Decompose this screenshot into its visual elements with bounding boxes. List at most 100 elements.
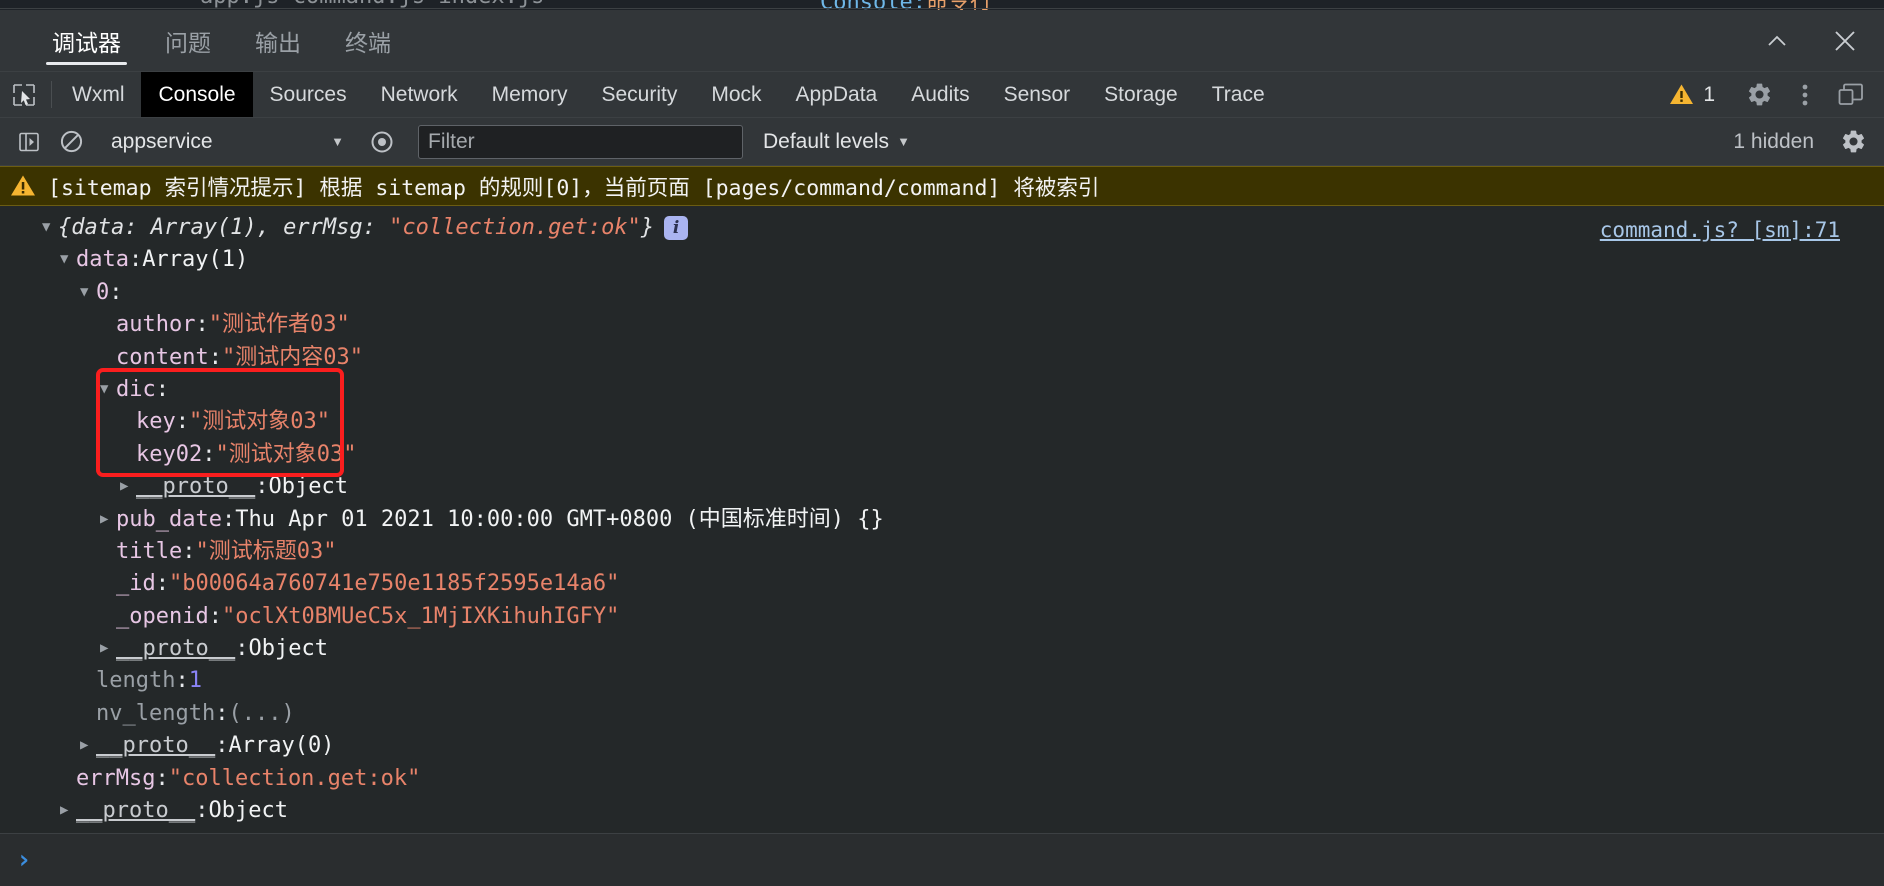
tab-mock[interactable]: Mock	[694, 72, 778, 117]
disclosure-triangle-open-icon[interactable]: ▼	[60, 243, 76, 275]
console-prompt[interactable]: ›	[0, 834, 1884, 886]
tree-row-value: Array(0)	[228, 733, 335, 759]
tab-trace[interactable]: Trace	[1195, 72, 1282, 117]
tree-row[interactable]: ▸errMsg: "collection.get:ok"	[0, 763, 1884, 795]
disclosure-triangle-closed-icon[interactable]: ▶	[80, 729, 96, 761]
tab-appdata[interactable]: AppData	[779, 72, 895, 117]
tree-row-value: "oclXt0BMUeC5x_1MjIXKihuhIGFY"	[221, 603, 620, 629]
tree-row-key: length	[96, 668, 176, 694]
dock-panel-icon[interactable]	[1828, 72, 1874, 118]
console-settings-gear-icon[interactable]	[1830, 119, 1876, 165]
tree-row-separator: :	[202, 441, 216, 467]
chevron-up-icon[interactable]	[1760, 24, 1794, 58]
log-level-selector[interactable]: Default levels ▼	[751, 130, 922, 154]
window-tab-problems[interactable]: 问题	[143, 10, 233, 72]
tree-row[interactable]: ▸nv_length: (...)	[0, 698, 1884, 730]
disclosure-triangle-closed-icon[interactable]: ▶	[100, 503, 116, 535]
tree-row-separator: :	[155, 376, 169, 402]
tab-sources[interactable]: Sources	[253, 72, 364, 117]
devtools-window: app.js command.js index.js Console:命令行 调…	[0, 0, 1884, 886]
tree-row[interactable]: ▶ __proto__: Array(0)	[0, 730, 1884, 762]
tree-indent-spacer: ▸	[100, 308, 116, 340]
warning-count-label: 1	[1703, 82, 1715, 106]
editor-sliver: app.js command.js index.js Console:命令行	[0, 0, 1884, 10]
inspect-cursor-icon[interactable]	[0, 72, 48, 117]
tree-row[interactable]: ▶ __proto__: Object	[0, 795, 1884, 827]
console-prompt-input[interactable]	[45, 847, 1884, 873]
tab-sensor-label: Sensor	[1003, 82, 1071, 106]
info-icon[interactable]: i	[664, 216, 689, 241]
disclosure-triangle-open-icon[interactable]: ▼	[80, 276, 96, 308]
tree-row-value: "测试标题03"	[195, 538, 337, 564]
tab-storage-label: Storage	[1104, 82, 1178, 106]
disclosure-triangle-icon[interactable]: ▼	[42, 211, 58, 243]
warning-triangle-icon	[1670, 84, 1694, 104]
clear-console-icon[interactable]	[50, 121, 92, 163]
tree-indent-spacer: ▸	[100, 600, 116, 632]
tree-row[interactable]: ▼ dic:	[0, 374, 1884, 406]
gear-icon[interactable]	[1736, 72, 1782, 118]
filter-input[interactable]	[418, 124, 743, 159]
tab-security[interactable]: Security	[584, 72, 694, 117]
log-level-value: Default levels	[763, 129, 890, 153]
disclosure-triangle-open-icon[interactable]: ▼	[100, 373, 116, 405]
tree-row-separator: :	[109, 279, 123, 305]
tree-row[interactable]: ▸title: "测试标题03"	[0, 536, 1884, 568]
tree-row-value: "测试对象03"	[215, 441, 357, 467]
context-selector[interactable]: appservice ▼	[99, 130, 354, 154]
tree-indent-spacer: ▸	[80, 664, 96, 696]
disclosure-triangle-closed-icon[interactable]: ▶	[120, 470, 136, 502]
tree-indent-spacer: ▸	[80, 697, 96, 729]
tab-sensor[interactable]: Sensor	[987, 72, 1088, 117]
source-link[interactable]: command.js? [sm]:71	[1600, 214, 1840, 246]
tab-audits[interactable]: Audits	[894, 72, 986, 117]
tab-memory[interactable]: Memory	[475, 72, 585, 117]
close-icon[interactable]	[1828, 24, 1862, 58]
tree-row[interactable]: ▸_id: "b00064a760741e750e1185f2595e14a6"	[0, 568, 1884, 600]
devtools-panel-tabs: Wxml Console Sources Network Memory Secu…	[0, 72, 1884, 118]
tab-storage[interactable]: Storage	[1087, 72, 1195, 117]
tree-indent-spacer: ▸	[120, 438, 136, 470]
tree-row-separator: :	[175, 409, 189, 435]
tab-console[interactable]: Console	[141, 72, 253, 117]
tree-row[interactable]: ▸key02: "测试对象03"	[0, 439, 1884, 471]
window-tab-debugger[interactable]: 调试器	[30, 10, 143, 72]
tree-indent-spacer: ▸	[100, 567, 116, 599]
tree-row[interactable]: ▸author: "测试作者03"	[0, 309, 1884, 341]
tree-row[interactable]: ▶ pub_date: Thu Apr 01 2021 10:00:00 GMT+…	[0, 504, 1884, 536]
tab-wxml[interactable]: Wxml	[55, 72, 141, 117]
tree-row[interactable]: ▼ data: Array(1)	[0, 244, 1884, 276]
window-tab-terminal-label: 终端	[345, 30, 391, 56]
hidden-messages-count[interactable]: 1 hidden	[1717, 130, 1830, 154]
warning-counter[interactable]: 1	[1655, 83, 1729, 107]
tree-row-separator: :	[155, 571, 169, 597]
tree-row[interactable]: ▸key: "测试对象03"	[0, 406, 1884, 438]
tree-row-key: key02	[136, 441, 203, 467]
tree-row-separator: :	[182, 538, 196, 564]
tree-row-separator: :	[175, 668, 189, 694]
tree-row-separator: :	[221, 506, 236, 532]
tree-row[interactable]: ▶ __proto__: Object	[0, 471, 1884, 503]
tree-row[interactable]: ▸length: 1	[0, 665, 1884, 697]
tab-network[interactable]: Network	[364, 72, 475, 117]
tree-row-key: key	[136, 409, 176, 435]
window-tab-terminal[interactable]: 终端	[323, 10, 413, 72]
preview-open: {data: Array(1), errMsg:	[58, 215, 390, 240]
tab-wxml-label: Wxml	[72, 82, 125, 106]
kebab-menu-icon[interactable]	[1782, 72, 1828, 118]
window-tab-output[interactable]: 输出	[233, 10, 323, 72]
tab-network-label: Network	[380, 82, 458, 106]
tree-row-value: "b00064a760741e750e1185f2595e14a6"	[169, 571, 620, 597]
disclosure-triangle-closed-icon[interactable]: ▶	[60, 794, 76, 826]
disclosure-triangle-closed-icon[interactable]: ▶	[100, 632, 116, 664]
tree-row[interactable]: ▶ __proto__: Object	[0, 633, 1884, 665]
tree-row[interactable]: ▸_openid: "oclXt0BMUeC5x_1MjIXKihuhIGFY"	[0, 601, 1884, 633]
tree-row-key: content	[116, 344, 209, 370]
tree-row-value: Object	[208, 798, 288, 824]
live-expression-icon[interactable]	[361, 121, 403, 163]
execute-step-icon[interactable]	[8, 121, 50, 163]
sitemap-warning-row[interactable]: [sitemap 索引情况提示] 根据 sitemap 的规则[0]，当前页面 …	[0, 166, 1884, 206]
tree-row[interactable]: ▼ 0:	[0, 277, 1884, 309]
tree-row[interactable]: ▸content: "测试内容03"	[0, 342, 1884, 374]
tree-row-separator: :	[235, 636, 249, 662]
